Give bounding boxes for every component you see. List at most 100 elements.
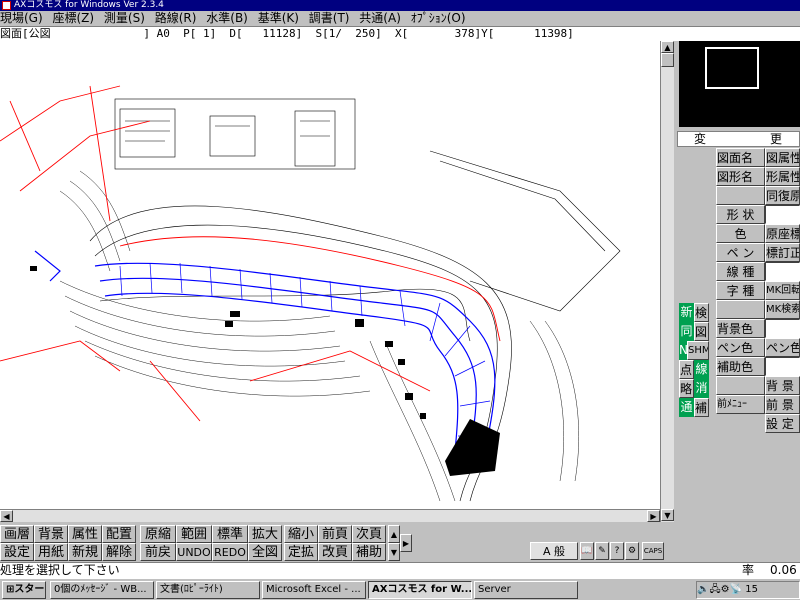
clock: 15 xyxy=(745,584,758,595)
tb-aux[interactable]: 補助 xyxy=(352,543,386,561)
ime-mode-indicator[interactable]: A 般 xyxy=(530,542,578,560)
menu-item-kijun[interactable]: 基準(K) xyxy=(258,11,299,25)
menu-item-chosho[interactable]: 調書(T) xyxy=(309,11,350,25)
ime-tool-icon[interactable]: ✎ xyxy=(595,542,609,560)
ime-help-icon[interactable]: ? xyxy=(610,542,624,560)
menu-item-zahyo[interactable]: 座標(Z) xyxy=(53,11,95,25)
panel-label-pen[interactable]: ペ ン xyxy=(716,243,765,262)
panel-value-pen-color[interactable]: ペン色 xyxy=(765,338,800,357)
panel-value-background[interactable]: 背 景 xyxy=(765,376,800,395)
menu-item-rosen[interactable]: 路線(R) xyxy=(155,11,197,25)
tb-new[interactable]: 新規 xyxy=(68,543,102,561)
task-mail[interactable]: 0個のﾒｯｾｰｼﾞ - WB... xyxy=(50,581,154,599)
tb-fixed-zoom[interactable]: 定拡 xyxy=(284,543,318,561)
ime-settings-icon[interactable]: ⚙ xyxy=(625,542,639,560)
tb-attribute[interactable]: 属性 xyxy=(68,525,102,543)
side-key-figure[interactable]: 図 xyxy=(694,322,709,341)
task-server[interactable]: Server xyxy=(474,581,578,599)
panel-header: 変 更 xyxy=(677,131,800,147)
panel-value-mk-rotate[interactable]: MK回転 xyxy=(765,281,800,300)
tb-release[interactable]: 解除 xyxy=(102,543,136,561)
side-key-abbrev[interactable]: 略 xyxy=(679,379,694,398)
panel-label-blank-1[interactable] xyxy=(716,186,765,205)
panel-label-line-type[interactable]: 線 種 xyxy=(716,262,765,281)
vertical-scrollbar[interactable]: ▲ ▼ xyxy=(660,41,674,522)
panel-label-blank-3[interactable] xyxy=(716,376,765,395)
side-key-shm[interactable]: SHM xyxy=(687,341,709,360)
menu-item-sokuryo[interactable]: 測量(S) xyxy=(104,11,145,25)
tb-settings[interactable]: 設定 xyxy=(0,543,34,561)
ime-dictionary-icon[interactable]: 📖 xyxy=(580,542,594,560)
overview-map[interactable] xyxy=(679,41,800,127)
survey-drawing xyxy=(0,85,621,502)
side-key-search[interactable]: 検 xyxy=(694,303,709,322)
side-key-through[interactable]: 通 xyxy=(679,398,694,417)
tray-icons[interactable]: 🔊🖧⚙📡 xyxy=(697,584,742,595)
horizontal-scrollbar[interactable]: ◀ ▶ xyxy=(0,509,660,522)
side-key-n[interactable]: N xyxy=(679,341,687,360)
panel-label-drawing-name[interactable]: 図面名 xyxy=(716,148,765,167)
tb-paper[interactable]: 用紙 xyxy=(34,543,68,561)
task-document[interactable]: 文書(ﾛﾋﾟｰﾗｲﾄ) xyxy=(156,581,260,599)
tb-back[interactable]: 前戻 xyxy=(140,543,176,561)
scroll-up-icon[interactable]: ▲ xyxy=(661,41,674,53)
panel-value-settings[interactable]: 設 定 xyxy=(765,414,800,433)
tb-full-view[interactable]: 全図 xyxy=(248,543,282,561)
menu-item-suijun[interactable]: 水準(B) xyxy=(206,11,248,25)
start-button[interactable]: ⊞スタート xyxy=(2,581,46,599)
panel-label-aux-color[interactable]: 補助色 xyxy=(716,357,765,376)
vertical-scroll-thumb[interactable] xyxy=(661,53,674,67)
side-key-point[interactable]: 点 xyxy=(679,360,694,379)
taskbar: ⊞スタート 0個のﾒｯｾｰｼﾞ - WB... 文書(ﾛﾋﾟｰﾗｲﾄ) Micr… xyxy=(0,578,800,600)
tb-page-break[interactable]: 改頁 xyxy=(318,543,352,561)
tb-prev-page[interactable]: 前頁 xyxy=(318,525,352,543)
pan-down-icon[interactable]: ▼ xyxy=(388,543,400,561)
side-key-same[interactable]: 同 xyxy=(679,322,694,341)
tb-zoom-in[interactable]: 拡大 xyxy=(248,525,282,543)
panel-label-char-type[interactable]: 字 種 xyxy=(716,281,765,300)
scale-label: 率 xyxy=(742,563,755,577)
panel-label-figure-name[interactable]: 図形名 xyxy=(716,167,765,186)
panel-label-pen-color[interactable]: ペン色 xyxy=(716,338,765,357)
scroll-left-icon[interactable]: ◀ xyxy=(0,510,13,522)
message-line: 処理を選択して下さい 率 0.06 xyxy=(0,562,800,578)
panel-label-bg-color[interactable]: 背景色 xyxy=(716,319,765,338)
overview-viewport-frame[interactable] xyxy=(705,47,759,89)
panel-value-foreground[interactable]: 前 景 xyxy=(765,395,800,414)
side-key-new[interactable]: 新 xyxy=(679,303,694,322)
menu-item-genba[interactable]: 現場(G) xyxy=(0,11,43,25)
panel-value-drawing-attr[interactable]: 図属性 xyxy=(765,148,800,167)
panel-value-shape-attr[interactable]: 形属性 xyxy=(765,167,800,186)
menu-item-kyotsu[interactable]: 共通(A) xyxy=(359,11,401,25)
tb-background[interactable]: 背景 xyxy=(34,525,68,543)
side-key-aux[interactable]: 補 xyxy=(694,398,709,417)
task-excel[interactable]: Microsoft Excel - ... xyxy=(262,581,366,599)
panel-value-blank-3 xyxy=(765,319,800,338)
panel-label-blank-2[interactable] xyxy=(716,300,765,319)
panel-value-mk-search[interactable]: MK検索 xyxy=(765,300,800,319)
side-key-erase[interactable]: 消 xyxy=(694,379,709,398)
panel-label-shape[interactable]: 形 状 xyxy=(716,205,765,224)
tb-undo[interactable]: UNDO xyxy=(176,543,212,561)
task-axcosmos[interactable]: AXコスモス for W... xyxy=(368,581,472,599)
tb-redo[interactable]: REDO xyxy=(212,543,248,561)
tb-zoom-out[interactable]: 縮小 xyxy=(284,525,318,543)
drawing-canvas[interactable] xyxy=(0,41,660,509)
side-key-line[interactable]: 線 xyxy=(694,360,709,379)
panel-value-label-fix[interactable]: 標訂正 xyxy=(765,243,800,262)
tb-original-scale[interactable]: 原縮 xyxy=(140,525,176,543)
tb-layer[interactable]: 画層 xyxy=(0,525,34,543)
scroll-right-icon[interactable]: ▶ xyxy=(647,510,660,522)
pan-up-icon[interactable]: ▲ xyxy=(388,525,400,543)
panel-value-original-coords[interactable]: 原座標 xyxy=(765,224,800,243)
scroll-down-icon[interactable]: ▼ xyxy=(661,509,674,521)
panel-label-prev-menu[interactable]: 前ﾒﾆｭｰ xyxy=(716,395,765,414)
tb-range[interactable]: 範囲 xyxy=(176,525,212,543)
pan-right-icon[interactable]: ▶ xyxy=(400,534,412,552)
panel-value-restore[interactable]: 同復原 xyxy=(765,186,800,205)
tb-next-page[interactable]: 次頁 xyxy=(352,525,386,543)
tb-place[interactable]: 配置 xyxy=(102,525,136,543)
tb-standard[interactable]: 標準 xyxy=(212,525,248,543)
menu-item-option[interactable]: ｵﾌﾟｼｮﾝ(O) xyxy=(411,11,466,25)
panel-label-color[interactable]: 色 xyxy=(716,224,765,243)
